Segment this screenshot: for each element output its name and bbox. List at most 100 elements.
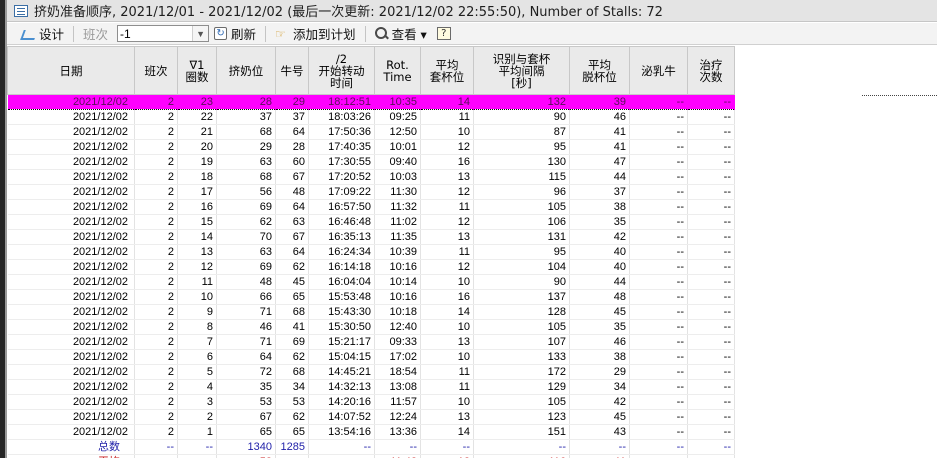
cell-rot-time[interactable]: 10:35 <box>374 94 421 110</box>
cell-lactating[interactable]: -- <box>629 184 688 200</box>
cell-start-time[interactable]: 17:30:55 <box>308 154 375 170</box>
cell-rotation[interactable]: 23 <box>177 94 217 110</box>
cell-cow[interactable]: 64 <box>275 199 309 215</box>
cell-date[interactable]: 2021/12/02 <box>7 274 135 290</box>
cell-treatments[interactable]: -- <box>687 319 735 335</box>
cell-cow[interactable]: 69 <box>275 334 309 350</box>
cell-rotation[interactable]: 7 <box>177 334 217 350</box>
cell-rot-time[interactable]: 10:14 <box>374 274 421 290</box>
cell-avg-detach-stall[interactable]: 41 <box>569 139 630 155</box>
cell-rot-time[interactable]: 11:02 <box>374 214 421 230</box>
cell-date[interactable]: 2021/12/02 <box>7 409 135 425</box>
cell-avg-detach-stall[interactable]: 42 <box>569 394 630 410</box>
cell-avg-detach-stall[interactable]: 37 <box>569 184 630 200</box>
cell-rot-time[interactable]: 09:33 <box>374 334 421 350</box>
add-to-plan-button[interactable]: ☞ 添加到计划 <box>270 24 361 44</box>
cell-lactating[interactable]: -- <box>629 349 688 365</box>
cell-lactating[interactable]: -- <box>629 229 688 245</box>
cell-rotation[interactable]: 17 <box>177 184 217 200</box>
table-row[interactable]: 2021/12/02 2 12 69 62 16:14:18 10:16 12 104 40 -- -… <box>7 259 735 275</box>
cell-rotation[interactable]: 9 <box>177 304 217 320</box>
cell-avg-attach-stall[interactable]: 13 <box>420 334 474 350</box>
cell-stall[interactable]: 29 <box>216 139 276 155</box>
column-header-lactating[interactable]: 泌乳牛 <box>629 46 688 95</box>
cell-rotation[interactable]: 4 <box>177 379 217 395</box>
cell-rotation[interactable]: 20 <box>177 139 217 155</box>
cell-avg-attach-stall[interactable]: 12 <box>420 259 474 275</box>
cell-rot-time[interactable]: 13:36 <box>374 424 421 440</box>
help-button[interactable]: ? <box>432 24 460 44</box>
cell-cow[interactable]: 34 <box>275 379 309 395</box>
cell-start-time[interactable]: 17:50:36 <box>308 124 375 140</box>
cell-rot-time[interactable]: 17:02 <box>374 349 421 365</box>
cell-stall[interactable]: 37 <box>216 109 276 125</box>
cell-avg-attach-stall[interactable]: 11 <box>420 199 474 215</box>
cell-shift[interactable]: 2 <box>134 304 178 320</box>
cell-avg-detach-stall[interactable]: 39 <box>569 94 630 110</box>
cell-avg-detach-stall[interactable]: 45 <box>569 409 630 425</box>
cell-stall[interactable]: 66 <box>216 289 276 305</box>
cell-lactating[interactable]: -- <box>629 274 688 290</box>
cell-rot-time[interactable]: 11:32 <box>374 199 421 215</box>
cell-date[interactable]: 2021/12/02 <box>7 124 135 140</box>
cell-rotation[interactable]: 15 <box>177 214 217 230</box>
column-header-avg-attach-stall[interactable]: 平均 套杯位 <box>420 46 474 95</box>
column-header-cow[interactable]: 牛号 <box>275 46 309 95</box>
table-row[interactable]: 2021/12/02 2 17 56 48 17:09:22 11:30 12 96 37 -- -- <box>7 184 735 200</box>
cell-date[interactable]: 2021/12/02 <box>7 424 135 440</box>
column-header-avg-detach-stall[interactable]: 平均 脱杯位 <box>569 46 630 95</box>
cell-start-time[interactable]: 13:54:16 <box>308 424 375 440</box>
cell-treatments[interactable]: -- <box>687 169 735 185</box>
cell-rot-time[interactable]: 12:50 <box>374 124 421 140</box>
cell-stall[interactable]: 28 <box>216 94 276 110</box>
table-row[interactable]: 2021/12/02 2 9 71 68 15:43:30 10:18 14 128 45 -- -- <box>7 304 735 320</box>
table-row[interactable]: 2021/12/02 2 23 28 29 18:12:51 10:35 14 132 39 -- -… <box>7 94 735 110</box>
cell-id-attach-interval[interactable]: 95 <box>473 139 570 155</box>
cell-date[interactable]: 2021/12/02 <box>7 154 135 170</box>
cell-treatments[interactable]: -- <box>687 214 735 230</box>
cell-date[interactable]: 2021/12/02 <box>7 379 135 395</box>
cell-rotation[interactable]: 14 <box>177 229 217 245</box>
column-header-rotation[interactable]: ∇1 圈数 <box>177 46 217 95</box>
cell-avg-attach-stall[interactable]: 11 <box>420 244 474 260</box>
cell-rotation[interactable]: 11 <box>177 274 217 290</box>
table-row[interactable]: 2021/12/02 2 8 46 41 15:30:50 12:40 10 105 35 -- -- <box>7 319 735 335</box>
cell-avg-detach-stall[interactable]: 44 <box>569 274 630 290</box>
table-row[interactable]: 2021/12/02 2 6 64 62 15:04:15 17:02 10 133 38 -- -- <box>7 349 735 365</box>
cell-stall[interactable]: 46 <box>216 319 276 335</box>
table-row[interactable]: 2021/12/02 2 20 29 28 17:40:35 10:01 12 95 41 -- -- <box>7 139 735 155</box>
cell-date[interactable]: 2021/12/02 <box>7 304 135 320</box>
table-row[interactable]: 2021/12/02 2 16 69 64 16:57:50 11:32 11 105 38 -- -… <box>7 199 735 215</box>
cell-shift[interactable]: 2 <box>134 259 178 275</box>
cell-rot-time[interactable]: 10:16 <box>374 259 421 275</box>
cell-shift[interactable]: 2 <box>134 289 178 305</box>
cell-cow[interactable]: 62 <box>275 409 309 425</box>
table-row[interactable]: 2021/12/02 2 19 63 60 17:30:55 09:40 16 130 47 -- -… <box>7 154 735 170</box>
cell-date[interactable]: 2021/12/02 <box>7 109 135 125</box>
cell-treatments[interactable]: -- <box>687 334 735 350</box>
cell-avg-detach-stall[interactable]: 29 <box>569 364 630 380</box>
cell-cow[interactable]: 48 <box>275 184 309 200</box>
cell-avg-attach-stall[interactable]: 16 <box>420 289 474 305</box>
cell-lactating[interactable]: -- <box>629 379 688 395</box>
cell-cow[interactable]: 67 <box>275 169 309 185</box>
table-row[interactable]: 2021/12/02 2 11 48 45 16:04:04 10:14 10 90 44 -- -- <box>7 274 735 290</box>
cell-id-attach-interval[interactable]: 95 <box>473 244 570 260</box>
cell-rot-time[interactable]: 10:01 <box>374 139 421 155</box>
cell-date[interactable]: 2021/12/02 <box>7 244 135 260</box>
cell-shift[interactable]: 2 <box>134 169 178 185</box>
cell-lactating[interactable]: -- <box>629 109 688 125</box>
cell-date[interactable]: 2021/12/02 <box>7 364 135 380</box>
cell-date[interactable]: 2021/12/02 <box>7 319 135 335</box>
cell-rot-time[interactable]: 18:54 <box>374 364 421 380</box>
cell-treatments[interactable]: -- <box>687 259 735 275</box>
cell-id-attach-interval[interactable]: 123 <box>473 409 570 425</box>
cell-start-time[interactable]: 15:21:17 <box>308 334 375 350</box>
cell-date[interactable]: 2021/12/02 <box>7 139 135 155</box>
cell-id-attach-interval[interactable]: 132 <box>473 94 570 110</box>
cell-rotation[interactable]: 13 <box>177 244 217 260</box>
cell-stall[interactable]: 70 <box>216 229 276 245</box>
cell-start-time[interactable]: 17:40:35 <box>308 139 375 155</box>
cell-id-attach-interval[interactable]: 130 <box>473 154 570 170</box>
cell-rotation[interactable]: 12 <box>177 259 217 275</box>
